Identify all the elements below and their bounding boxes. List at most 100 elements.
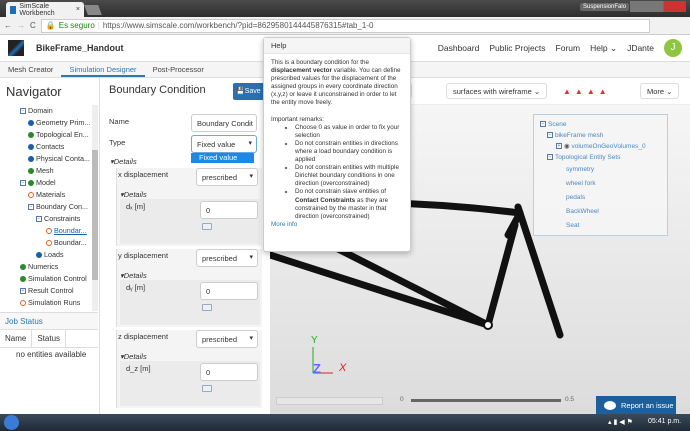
tree-item-boundary-2[interactable]: Boundar... [0, 237, 92, 249]
report-issue-button[interactable]: Report an issue [596, 396, 676, 415]
scene-topo-sets[interactable]: − Topological Entity Sets [540, 152, 661, 163]
tab-post-processor[interactable]: Post-Processor [145, 62, 212, 77]
tab-simulation-designer[interactable]: Simulation Designer [61, 62, 145, 77]
tree-item-result-control[interactable]: + Result Control [0, 285, 92, 297]
tree-item-geometry[interactable]: Geometry Prim... [0, 117, 92, 129]
remark-item: Do not constrain entities with multiple … [295, 164, 403, 188]
empty-message: no entities available [16, 350, 87, 359]
profile-badge[interactable]: SuspensionFalo [580, 3, 630, 11]
variable-label: d_z [m] [126, 364, 151, 373]
scene-set-symmetry[interactable]: symmetry [540, 163, 661, 177]
scene-root[interactable]: − Scene [540, 119, 661, 130]
nav-help[interactable]: Help ⌄ [590, 43, 617, 54]
lock-icon: 🔒 [45, 21, 56, 30]
render-mode-dropdown[interactable]: surfaces with wireframe ⌄ [446, 83, 548, 99]
view-orientation-icons[interactable]: ▲▲▲▲ [563, 87, 611, 96]
navigator-tree: − Domain Geometry Prim... Topological En.… [0, 105, 92, 311]
more-info-link[interactable]: More info [271, 221, 297, 228]
scene-set-backwheel[interactable]: BackWheel [540, 205, 661, 219]
tree-item-boundary-1[interactable]: Boundar... [0, 225, 92, 237]
browser-tab[interactable]: SimScale Workbench × [6, 2, 84, 17]
calculator-icon[interactable] [202, 385, 212, 392]
user-name[interactable]: JDante [627, 43, 654, 53]
nav-forum[interactable]: Forum [556, 43, 581, 53]
tree-item-loads[interactable]: Loads [0, 249, 92, 261]
nav-public-projects[interactable]: Public Projects [489, 43, 545, 53]
simscale-favicon-icon [10, 5, 17, 14]
url-input[interactable]: 🔒 Es seguro | https://www.simscale.com/work… [40, 18, 650, 33]
scene-set-wheel-fork[interactable]: wheel fork [540, 177, 661, 191]
tree-item-topological[interactable]: Topological En... [0, 129, 92, 141]
avatar[interactable]: J [664, 39, 682, 57]
type-select[interactable]: Fixed value [191, 135, 257, 153]
calculator-icon[interactable] [202, 304, 212, 311]
displacement-label: x displacement [118, 170, 169, 179]
tree-item-simulation-runs[interactable]: Simulation Runs [0, 297, 92, 309]
reload-icon[interactable]: C [30, 21, 36, 30]
type-option-fixed-value[interactable]: Fixed value [191, 153, 254, 163]
chat-icon [604, 401, 616, 410]
save-button[interactable]: 💾Save [233, 83, 265, 100]
col-name[interactable]: Name [0, 330, 33, 347]
tree-item-materials[interactable]: Materials [0, 189, 92, 201]
remark-item: Do not constrain slave entities of Conta… [295, 188, 403, 220]
remark-item: Choose 0 as value in order to fix your s… [295, 124, 403, 140]
details-toggle[interactable]: ▾Details [120, 352, 147, 361]
details-toggle[interactable]: ▾Details [110, 157, 137, 166]
tree-item-constraints[interactable]: − Constraints [0, 213, 92, 225]
clock: 05:41 p.m. [648, 418, 682, 425]
browser-tab-bar: SimScale Workbench × SuspensionFalo [0, 0, 690, 17]
tree-item-domain[interactable]: − Domain [0, 105, 92, 117]
scene-set-pedals[interactable]: pedals [540, 191, 661, 205]
tab-mesh-creator[interactable]: Mesh Creator [0, 62, 61, 77]
tray-icons[interactable]: ▴ ▮ ◀ ⚑ [608, 418, 633, 426]
remark-item: Do not constrain entities in directions … [295, 140, 403, 164]
tree-item-numerics[interactable]: Numerics [0, 261, 92, 273]
variable-label: dₓ [m] [126, 202, 146, 211]
window-controls[interactable] [630, 1, 686, 12]
svg-text:Y: Y [311, 335, 318, 346]
scene-set-seat[interactable]: Seat [540, 219, 661, 233]
displacement-mode-select[interactable]: prescribed [196, 168, 258, 186]
more-button[interactable]: More ⌄ [640, 83, 680, 99]
boundary-condition-panel: Boundary Condition 💾Save Name Boundary C… [104, 78, 265, 414]
displacement-value-input[interactable]: 0 [200, 363, 258, 381]
col-status[interactable]: Status [32, 330, 67, 347]
calculator-icon[interactable] [202, 223, 212, 230]
tree-item-physical-contacts[interactable]: Physical Conta... [0, 153, 92, 165]
navigator-scrollbar[interactable] [92, 105, 98, 311]
tree-item-contacts[interactable]: Contacts [0, 141, 92, 153]
scene-volume[interactable]: + ◉ volumeOnGeoVolumes_0 [540, 141, 661, 152]
close-icon[interactable]: × [76, 6, 80, 13]
tree-item-mesh[interactable]: Mesh [0, 165, 92, 177]
help-intro: This is a boundary condition for the dis… [271, 59, 401, 107]
help-remarks-list: Choose 0 as value in order to fix your s… [271, 124, 403, 221]
job-status-header[interactable]: Job Status [0, 312, 98, 330]
windows-taskbar: ▴ ▮ ◀ ⚑ 05:41 p.m. [0, 414, 690, 431]
details-toggle[interactable]: ▾Details [120, 190, 147, 199]
project-title: BikeFrame_Handout [36, 43, 124, 53]
type-label: Type [109, 138, 126, 147]
displacement-mode-select[interactable]: prescribed [196, 330, 258, 348]
displacement-value-input[interactable]: 0 [200, 282, 258, 300]
back-icon[interactable]: ← [4, 21, 12, 30]
tree-item-simulation-control[interactable]: Simulation Control [0, 273, 92, 285]
new-tab-button[interactable] [84, 5, 102, 15]
progress-field [276, 397, 383, 405]
displacement-mode-select[interactable]: prescribed [196, 249, 258, 267]
navigator-panel: Navigator − Domain Geometry Prim... Topol… [0, 78, 100, 414]
tree-item-boundary-conditions[interactable]: − Boundary Con... [0, 201, 92, 213]
simscale-logo[interactable] [8, 40, 24, 56]
scene-mesh[interactable]: − bikeFrame mesh [540, 130, 661, 141]
forward-icon[interactable]: → [17, 21, 25, 30]
svg-text:Z: Z [313, 361, 321, 376]
displacement-value-input[interactable]: 0 [200, 201, 258, 219]
start-button[interactable] [4, 415, 19, 430]
nav-dashboard[interactable]: Dashboard [438, 43, 480, 53]
svg-text:X: X [338, 362, 347, 374]
details-toggle[interactable]: ▾Details [120, 271, 147, 280]
slider-min-label: 0 [400, 396, 404, 403]
name-input[interactable]: Boundary Condit [191, 114, 257, 132]
time-slider[interactable] [411, 399, 561, 402]
tree-item-model[interactable]: − Model [0, 177, 92, 189]
